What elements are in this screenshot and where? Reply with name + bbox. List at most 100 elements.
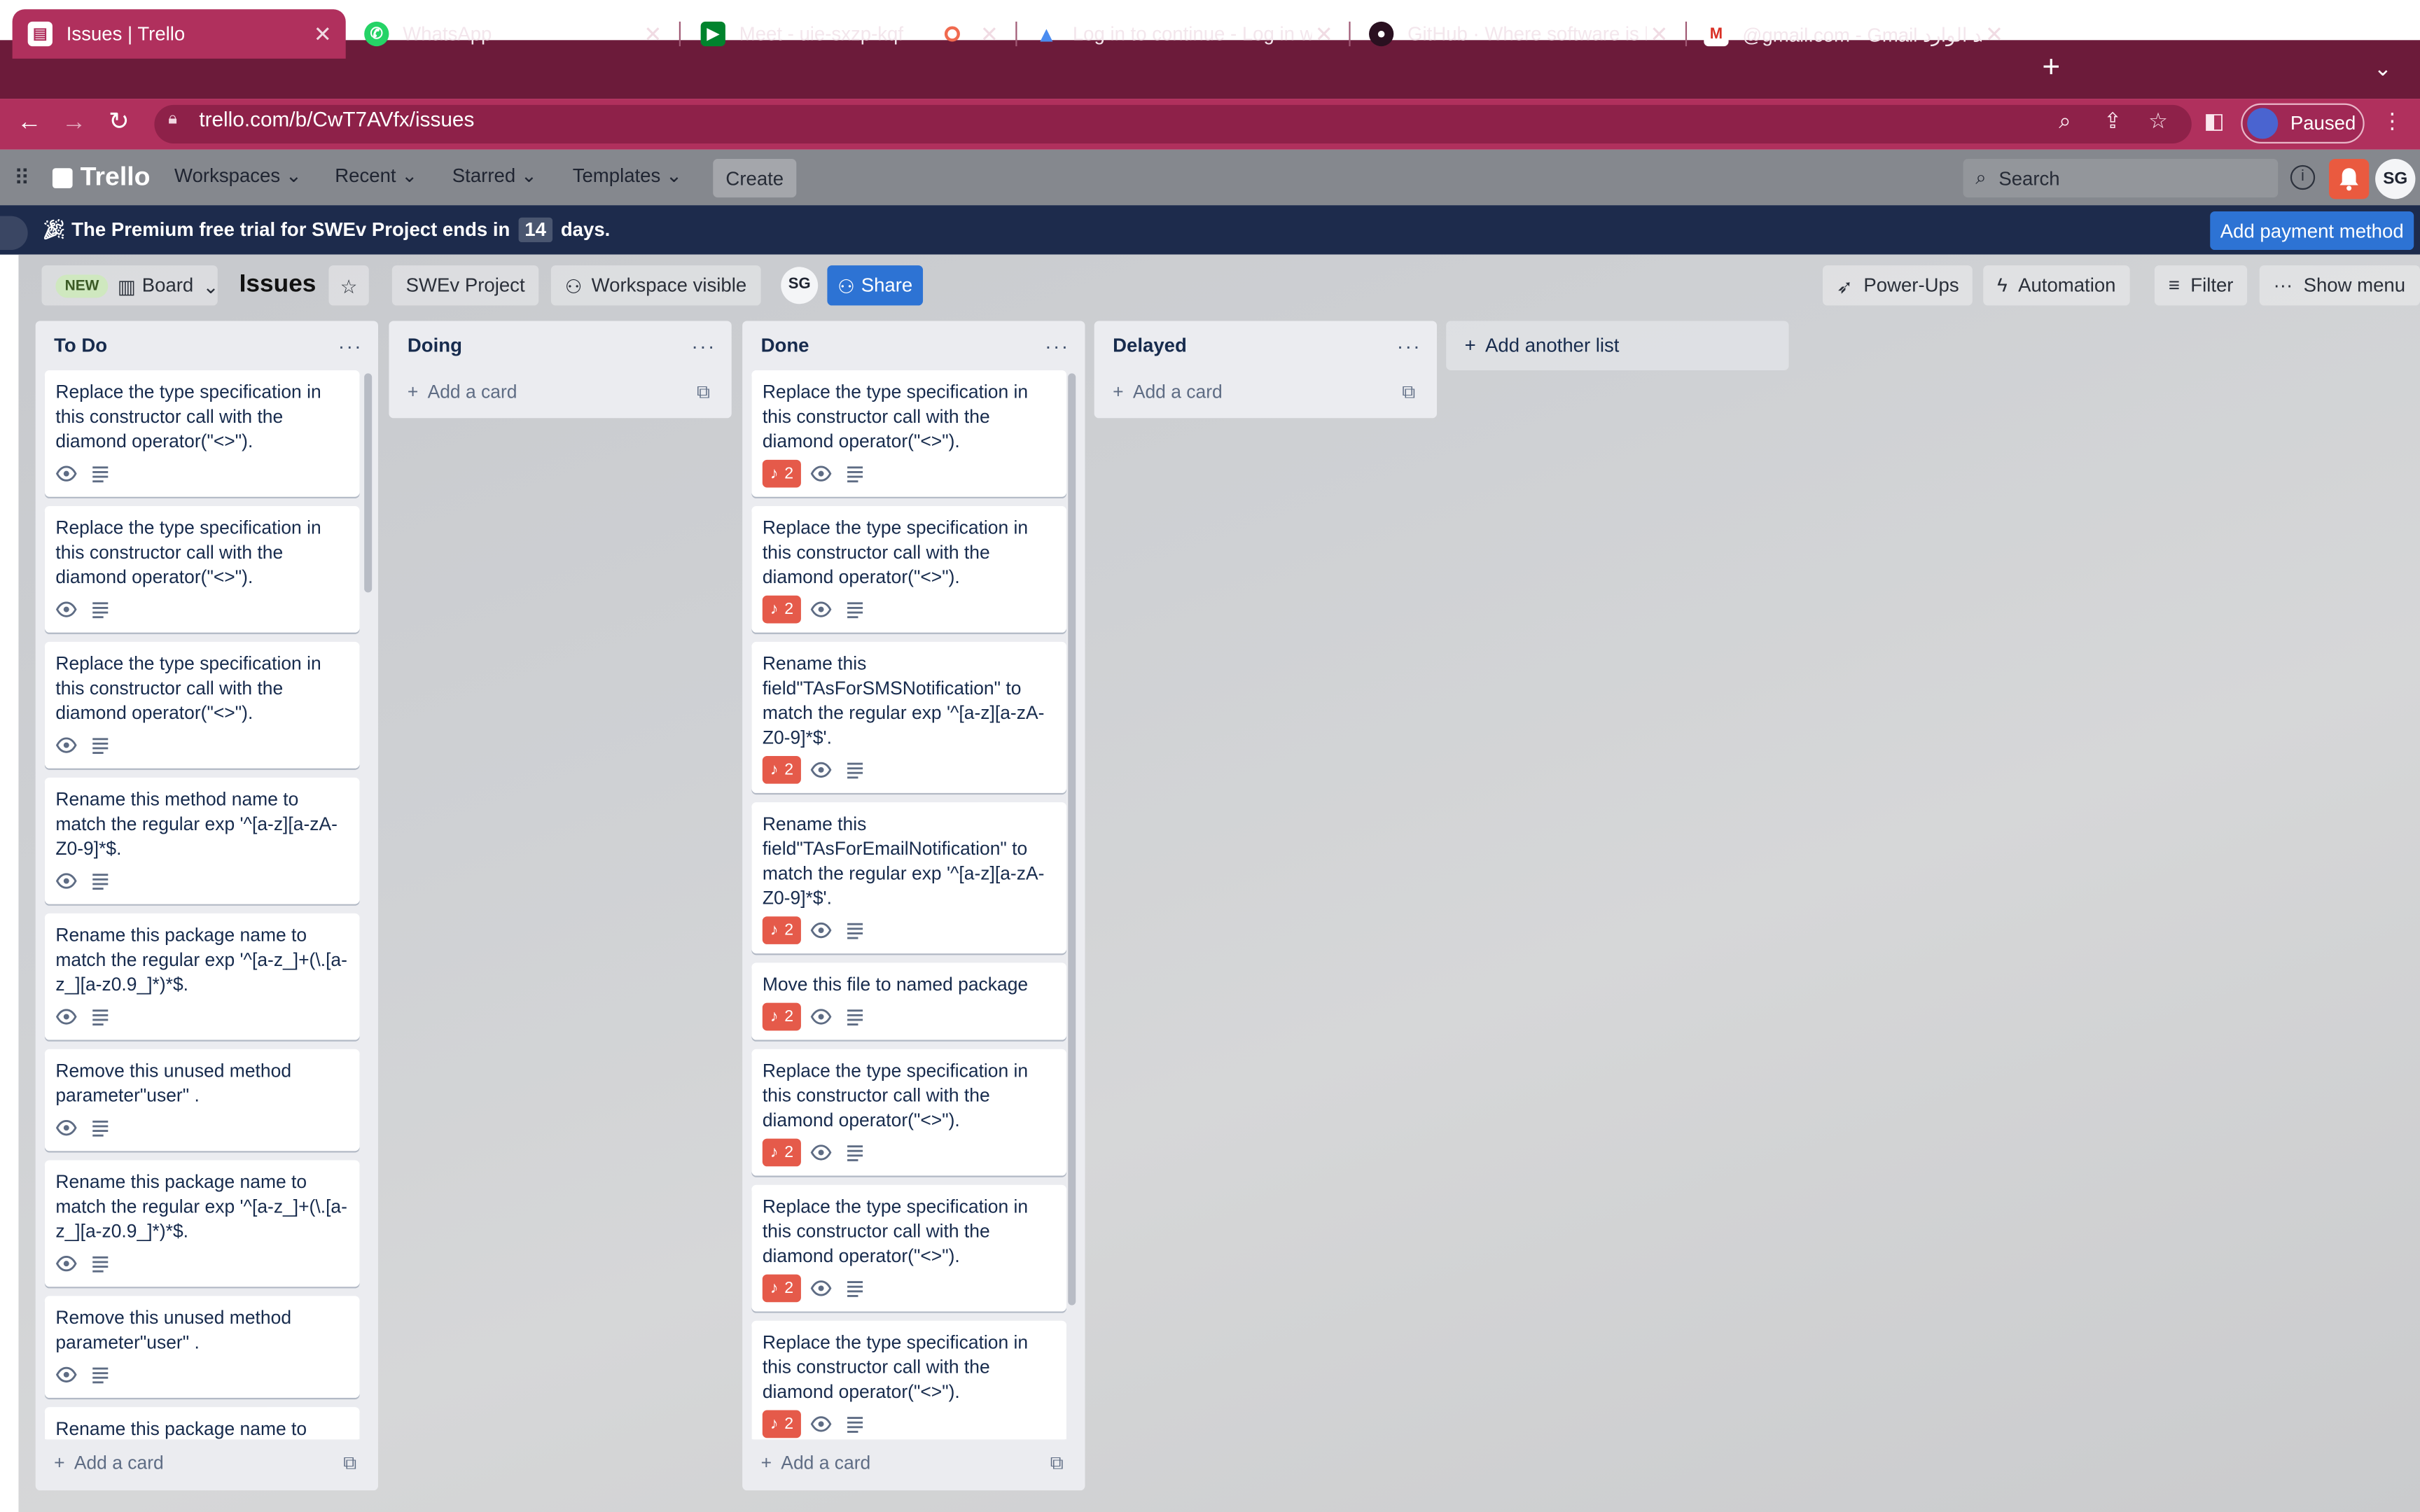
board-title[interactable]: Issues bbox=[239, 272, 317, 300]
close-tab-icon[interactable]: ✕ bbox=[309, 21, 337, 47]
search-input[interactable]: ⌕ Search bbox=[1963, 159, 2279, 198]
tab-atlassian-login[interactable]: ▲ Log in to continue - Log in with ✕ bbox=[1019, 9, 1346, 59]
board-view-switcher[interactable]: NEW ▥ Board ⌄ bbox=[41, 265, 219, 306]
share-button[interactable]: ⚇ Share bbox=[827, 265, 924, 306]
list-title[interactable]: Delayed bbox=[1113, 335, 1187, 356]
nav-templates[interactable]: Templates ⌄ bbox=[573, 164, 682, 187]
watch-eye-icon bbox=[55, 465, 77, 482]
create-button[interactable]: Create bbox=[713, 159, 797, 198]
card[interactable]: Remove this unused method parameter"user… bbox=[44, 1296, 360, 1398]
create-from-template-icon[interactable]: ⧉ bbox=[697, 380, 710, 403]
nav-starred[interactable]: Starred ⌄ bbox=[452, 164, 537, 187]
nav-workspaces[interactable]: Workspaces ⌄ bbox=[174, 164, 302, 187]
reload-icon[interactable]: ↻ bbox=[102, 106, 135, 140]
nav-recent[interactable]: Recent ⌄ bbox=[335, 164, 417, 187]
app-switcher-icon[interactable]: ⠿ bbox=[14, 165, 30, 191]
card[interactable]: Replace the type specification in this c… bbox=[751, 370, 1067, 497]
card[interactable]: Remove this unused method parameter"user… bbox=[44, 1049, 360, 1152]
add-card-button[interactable]: + Add a card ⧉ bbox=[398, 372, 719, 412]
new-tab-icon[interactable]: + bbox=[2034, 51, 2068, 85]
add-payment-method-button[interactable]: Add payment method bbox=[2210, 211, 2414, 251]
card[interactable]: Rename this package name to match the re… bbox=[44, 913, 360, 1040]
visibility-button[interactable]: ⚇ Workspace visible bbox=[550, 265, 761, 306]
card[interactable]: Replace the type specification in this c… bbox=[751, 1049, 1067, 1176]
workspace-button[interactable]: SWEv Project bbox=[391, 265, 539, 306]
watch-eye-icon bbox=[55, 1366, 77, 1382]
create-from-template-icon[interactable]: ⧉ bbox=[1050, 1451, 1064, 1474]
add-card-button[interactable]: + Add a card ⧉ bbox=[45, 1443, 366, 1483]
description-icon bbox=[92, 1256, 109, 1273]
add-another-list-button[interactable]: + Add another list bbox=[1446, 321, 1789, 370]
show-menu-button[interactable]: ··· Show menu bbox=[2259, 265, 2419, 306]
create-from-template-icon[interactable]: ⧉ bbox=[1402, 380, 1415, 403]
card[interactable]: Rename this package name to bbox=[44, 1407, 360, 1440]
url-text[interactable]: trello.com/b/CwT7AVfx/issues bbox=[199, 108, 474, 131]
description-icon bbox=[92, 602, 109, 619]
close-tab-icon[interactable]: ✕ bbox=[975, 21, 1003, 47]
watch-eye-icon bbox=[810, 922, 832, 939]
card[interactable]: Replace the type specification in this c… bbox=[44, 641, 360, 769]
tab-gmail[interactable]: M @gmail.com - Gmail البريد الوارد ✕ bbox=[1688, 9, 2015, 59]
tab-whatsapp[interactable]: ✆ WhatsApp ✕ bbox=[349, 9, 676, 59]
bell-icon: ♪ bbox=[770, 464, 779, 483]
card[interactable]: Replace the type specification in this c… bbox=[751, 505, 1067, 633]
list-title[interactable]: Doing bbox=[408, 335, 462, 356]
card[interactable]: Replace the type specification in this c… bbox=[44, 505, 360, 633]
bookmark-star-icon[interactable]: ☆ bbox=[2148, 108, 2168, 134]
close-tab-icon[interactable]: ✕ bbox=[1312, 21, 1337, 47]
card[interactable]: Replace the type specification in this c… bbox=[751, 1320, 1067, 1440]
card[interactable]: Replace the type specification in this c… bbox=[751, 1184, 1067, 1312]
info-icon[interactable]: i bbox=[2290, 164, 2316, 190]
browser-menu-icon[interactable]: ⋮ bbox=[2381, 108, 2403, 134]
plus-icon: + bbox=[54, 1452, 65, 1474]
watch-eye-icon bbox=[810, 1416, 832, 1432]
back-arrow-icon[interactable]: ← bbox=[13, 106, 46, 140]
powerups-button[interactable]: ➶ Power-Ups bbox=[1823, 265, 1973, 306]
side-panel-icon[interactable]: ◧ bbox=[2204, 108, 2224, 134]
list-actions-icon[interactable]: ··· bbox=[1045, 334, 1069, 357]
profile-button[interactable]: Paused bbox=[2241, 103, 2365, 144]
card[interactable]: Move this file to named package ♪ 2 bbox=[751, 962, 1067, 1040]
description-icon bbox=[847, 602, 863, 619]
chevron-down-icon: ⌄ bbox=[285, 164, 302, 187]
share-page-icon[interactable]: ⇪ bbox=[2103, 108, 2122, 134]
list-title[interactable]: To Do bbox=[54, 335, 107, 356]
board-member-avatar[interactable]: SG bbox=[781, 267, 819, 304]
list-scrollbar[interactable] bbox=[364, 373, 373, 593]
tab-trello[interactable]: ▤ Issues | Trello ✕ bbox=[12, 9, 346, 59]
description-icon bbox=[847, 1281, 863, 1297]
zoom-icon[interactable]: ⌕ bbox=[2059, 108, 2071, 134]
list-scrollbar[interactable] bbox=[1068, 373, 1076, 1306]
forward-arrow-icon[interactable]: → bbox=[57, 106, 91, 140]
card[interactable]: Rename this package name to match the re… bbox=[44, 1160, 360, 1287]
tab-github[interactable]: ● GitHub · Where software is buil ✕ bbox=[1354, 9, 1681, 59]
list-title[interactable]: Done bbox=[761, 335, 809, 356]
tab-meet[interactable]: ▶ Meet - uie-sxzp-kqf ✕ bbox=[686, 9, 1013, 59]
watch-eye-icon bbox=[810, 601, 832, 617]
list-actions-icon[interactable]: ··· bbox=[1397, 334, 1421, 357]
list-done: Done ··· Replace the type specification … bbox=[742, 321, 1085, 1491]
member-avatar[interactable]: SG bbox=[2375, 159, 2416, 200]
card[interactable]: Rename this field"TAsForSMSNotification"… bbox=[751, 641, 1067, 793]
trello-logo[interactable]: Trello bbox=[52, 162, 151, 192]
notification-badge: ♪ 2 bbox=[762, 756, 802, 784]
add-card-button[interactable]: + Add a card ⧉ bbox=[1104, 372, 1424, 412]
add-card-button[interactable]: + Add a card ⧉ bbox=[751, 1443, 1072, 1483]
create-from-template-icon[interactable]: ⧉ bbox=[343, 1451, 356, 1474]
card[interactable]: Replace the type specification in this c… bbox=[44, 370, 360, 497]
filter-button[interactable]: ≡ Filter bbox=[2154, 265, 2248, 306]
star-board-icon[interactable]: ☆ bbox=[328, 265, 369, 306]
close-tab-icon[interactable]: ✕ bbox=[1982, 21, 2007, 47]
list-actions-icon[interactable]: ··· bbox=[338, 334, 363, 357]
card[interactable]: Rename this method name to match the reg… bbox=[44, 777, 360, 904]
list-actions-icon[interactable]: ··· bbox=[691, 334, 716, 357]
profile-status: Paused bbox=[2290, 112, 2356, 134]
tab-divider bbox=[1015, 21, 1017, 47]
notifications-bell-icon[interactable] bbox=[2328, 159, 2370, 200]
tab-search-chevron-icon[interactable]: ⌄ bbox=[2374, 55, 2392, 81]
close-tab-icon[interactable]: ✕ bbox=[1647, 21, 1672, 47]
card[interactable]: Rename this field"TAsForEmailNotificatio… bbox=[751, 802, 1067, 954]
automation-button[interactable]: ϟ Automation bbox=[1983, 265, 2130, 306]
close-tab-icon[interactable]: ✕ bbox=[639, 21, 667, 47]
watch-eye-icon bbox=[55, 601, 77, 617]
